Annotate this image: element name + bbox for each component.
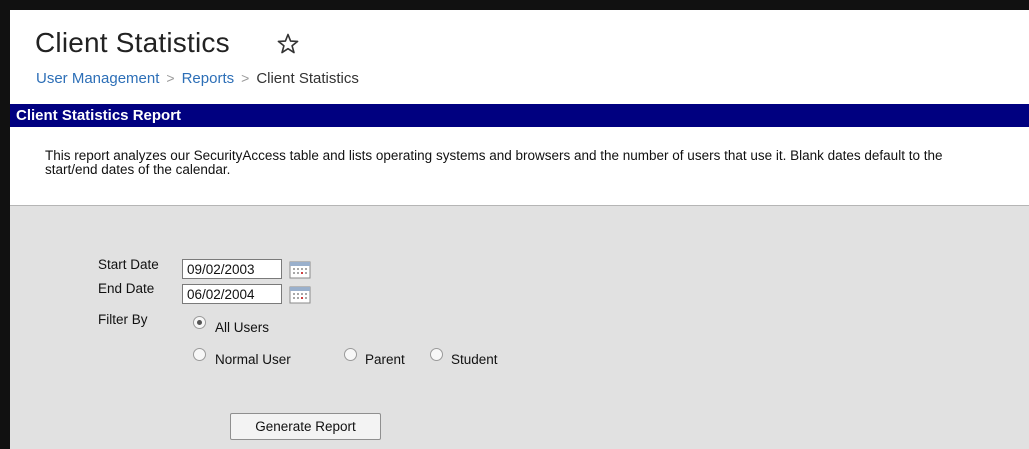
window-frame: Client Statistics User Management > Report… — [0, 0, 1029, 449]
end-date-input[interactable] — [182, 284, 282, 304]
breadcrumb-reports[interactable]: Reports — [182, 70, 235, 87]
filter-all-users-radio[interactable] — [193, 316, 206, 329]
filter-normal-user-radio[interactable] — [193, 348, 206, 361]
filter-student-radio[interactable] — [430, 348, 443, 361]
start-date-input[interactable] — [182, 259, 282, 279]
filter-by-label: Filter By — [98, 312, 148, 327]
star-icon[interactable] — [276, 32, 300, 56]
report-description: This report analyzes our SecurityAccess … — [45, 148, 943, 177]
start-date-label: Start Date — [98, 257, 159, 272]
generate-report-button[interactable]: Generate Report — [230, 413, 381, 440]
breadcrumb-user-management[interactable]: User Management — [36, 70, 159, 87]
breadcrumb: User Management > Reports > Client Statistic… — [36, 70, 359, 87]
page-header: Client Statistics User Management > Report… — [10, 10, 1029, 102]
filter-parent-label[interactable]: Parent — [365, 352, 405, 367]
report-form: Start Date End Date Filter By All — [10, 206, 1029, 449]
report-header-bar: Client Statistics Report — [10, 104, 1029, 127]
breadcrumb-separator: > — [241, 70, 250, 86]
report-description-panel: This report analyzes our SecurityAccess … — [10, 127, 1029, 206]
filter-normal-user-label[interactable]: Normal User — [215, 352, 291, 367]
start-date-calendar-icon[interactable] — [289, 261, 311, 279]
end-date-label: End Date — [98, 281, 155, 296]
breadcrumb-separator: > — [166, 70, 175, 86]
filter-student-label[interactable]: Student — [451, 352, 498, 367]
filter-parent-radio[interactable] — [344, 348, 357, 361]
breadcrumb-current: Client Statistics — [256, 70, 359, 87]
end-date-calendar-icon[interactable] — [289, 286, 311, 304]
page-title: Client Statistics — [35, 27, 230, 58]
filter-all-users-label[interactable]: All Users — [215, 320, 269, 335]
